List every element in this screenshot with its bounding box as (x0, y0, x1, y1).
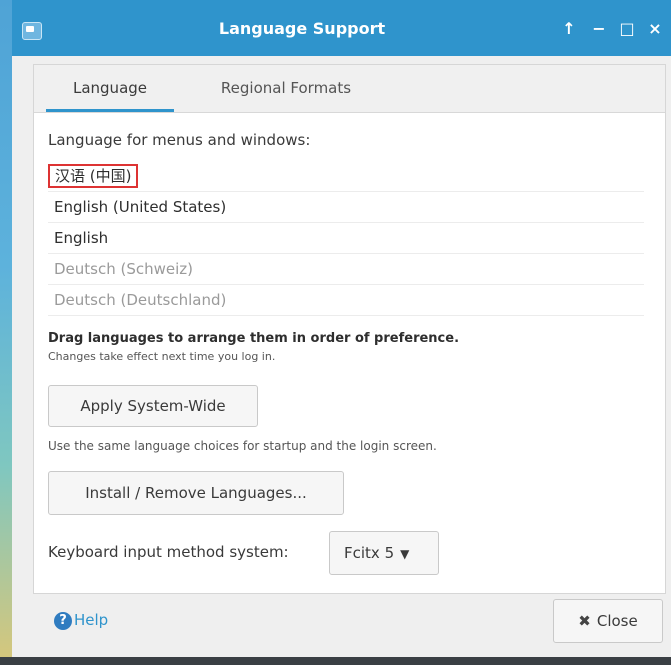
chevron-down-icon: ▼ (400, 547, 410, 561)
language-item-label: Deutsch (Schweiz) (54, 260, 194, 278)
keyboard-input-value: Fcitx 5 (344, 544, 395, 562)
minimize-icon[interactable]: − (588, 18, 610, 40)
keyboard-input-select[interactable]: Fcitx 5 ▼ (329, 531, 439, 575)
language-item[interactable]: Deutsch (Schweiz) (48, 254, 644, 285)
language-item-label: English (54, 229, 109, 247)
language-item[interactable]: English (48, 223, 644, 254)
language-list[interactable]: 汉语 (中国) English (United States) English … (48, 161, 644, 316)
apply-note: Use the same language choices for startu… (48, 439, 437, 453)
drag-hint: Drag languages to arrange them in order … (48, 331, 460, 346)
apply-system-wide-button[interactable]: Apply System-Wide (48, 385, 258, 427)
language-support-window: Language Support ↑ − □ × Language Region… (12, 0, 671, 657)
help-icon: ? (54, 611, 72, 630)
help-label: Help (74, 611, 109, 629)
close-x-icon: ✖ (578, 612, 591, 630)
maximize-icon[interactable]: □ (616, 18, 638, 40)
tab-language[interactable]: Language (46, 65, 174, 112)
tab-bar: Language Regional Formats (34, 65, 665, 113)
keyboard-input-label: Keyboard input method system: (48, 543, 289, 561)
close-icon[interactable]: × (644, 18, 666, 40)
close-label: Close (596, 612, 638, 630)
language-item[interactable]: 汉语 (中国) (48, 161, 644, 192)
tab-regional-formats[interactable]: Regional Formats (206, 65, 366, 112)
titlebar[interactable]: Language Support ↑ − □ × (12, 0, 671, 56)
keep-above-icon[interactable]: ↑ (558, 18, 580, 40)
desktop-background (0, 0, 12, 665)
language-item-label: English (United States) (54, 198, 227, 216)
help-button[interactable]: ? Help (54, 611, 108, 630)
menus-language-label: Language for menus and windows: (48, 131, 311, 149)
notebook-panel: Language Regional Formats Language for m… (33, 64, 666, 594)
language-item-label: 汉语 (中国) (48, 164, 139, 188)
language-item-label: Deutsch (Deutschland) (54, 291, 227, 309)
drag-note: Changes take effect next time you log in… (48, 350, 276, 363)
language-item[interactable]: English (United States) (48, 192, 644, 223)
install-remove-languages-button[interactable]: Install / Remove Languages... (48, 471, 344, 515)
window-title: Language Support (218, 19, 386, 38)
close-button[interactable]: ✖ Close (553, 599, 663, 643)
desktop-panel-edge (0, 657, 671, 665)
language-item[interactable]: Deutsch (Deutschland) (48, 285, 644, 316)
